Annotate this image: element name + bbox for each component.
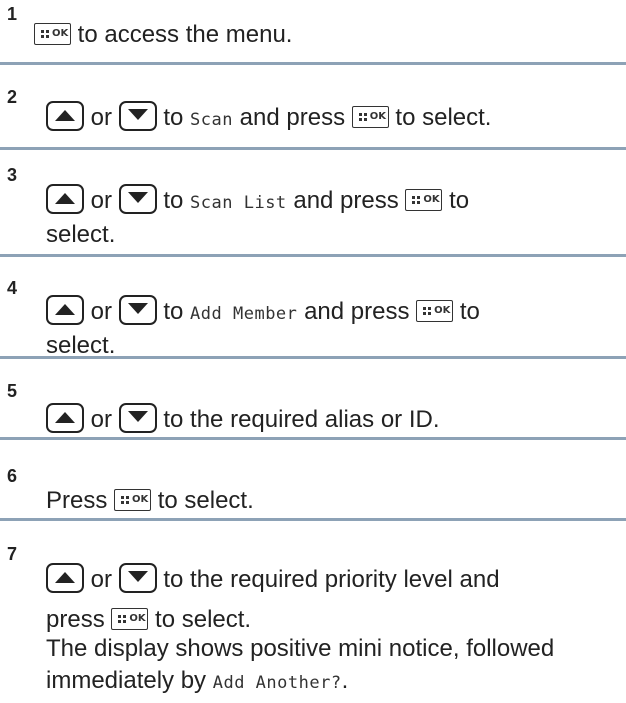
divider — [0, 62, 626, 65]
step-number: 4 — [7, 278, 18, 298]
up-arrow-key-icon — [46, 295, 84, 325]
ok-key-icon: OK — [34, 23, 71, 45]
ok-key-icon: OK — [351, 106, 389, 128]
step-number: 2 — [7, 87, 18, 107]
divider — [0, 356, 626, 359]
down-arrow-key-icon — [118, 403, 157, 433]
step-text: OK to access the menu. — [34, 19, 620, 51]
ok-key-icon: OK — [114, 489, 152, 511]
divider — [0, 518, 626, 521]
step-text: or to Add Member and press OK to select. — [46, 295, 620, 362]
step-number: 6 — [7, 466, 18, 486]
step-text: or to Scan and press OK to select. — [46, 101, 620, 136]
step-text: or to the required alias or ID. — [46, 403, 620, 436]
ok-key-icon: OK — [405, 189, 443, 211]
step-text: or to the required priority level and pr… — [46, 563, 620, 699]
step-text: or to Scan List and press OK to select. — [46, 184, 620, 251]
down-arrow-key-icon — [118, 563, 157, 593]
divider — [0, 254, 626, 257]
step-number: 1 — [7, 4, 18, 24]
up-arrow-key-icon — [46, 563, 84, 593]
step-text: Press OK to select. — [46, 487, 254, 514]
down-arrow-key-icon — [118, 295, 157, 325]
up-arrow-key-icon — [46, 403, 84, 433]
down-arrow-key-icon — [118, 101, 157, 131]
step-number: 5 — [7, 381, 18, 401]
divider — [0, 437, 626, 440]
ok-key-icon: OK — [416, 300, 454, 322]
divider — [0, 147, 626, 150]
step-number: 3 — [7, 165, 18, 185]
down-arrow-key-icon — [118, 184, 157, 214]
ok-key-icon: OK — [111, 608, 149, 630]
up-arrow-key-icon — [46, 184, 84, 214]
up-arrow-key-icon — [46, 101, 84, 131]
step-number: 7 — [7, 544, 18, 564]
